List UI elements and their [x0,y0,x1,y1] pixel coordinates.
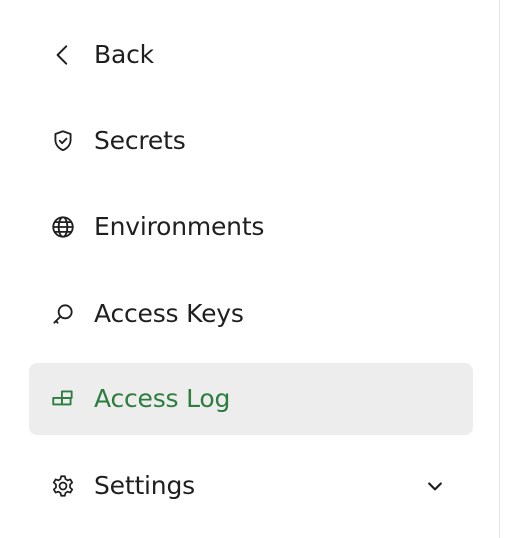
sidebar: Back Secrets Environments Access Keys Ac… [0,0,500,538]
sidebar-item-label: Access Log [94,383,231,413]
shield-check-icon [49,127,77,155]
back-label: Back [94,39,154,69]
sidebar-item-label: Environments [94,211,265,241]
sidebar-item-environments[interactable]: Environments [29,191,473,263]
globe-icon [49,213,77,241]
gear-icon [49,472,77,500]
sidebar-item-label: Settings [94,470,195,500]
sidebar-item-settings[interactable]: Settings [29,450,473,522]
chevron-down-icon[interactable] [423,474,447,498]
key-search-icon [49,300,77,328]
log-blocks-icon [49,385,77,413]
sidebar-item-label: Secrets [94,125,186,155]
page: Back Secrets Environments Access Keys Ac… [0,0,512,538]
sidebar-item-access-log[interactable]: Access Log [29,363,473,435]
sidebar-item-label: Access Keys [94,298,244,328]
chevron-left-icon [49,41,77,69]
sidebar-item-secrets[interactable]: Secrets [29,105,473,177]
sidebar-item-access-keys[interactable]: Access Keys [29,278,473,350]
back-button[interactable]: Back [29,19,473,91]
